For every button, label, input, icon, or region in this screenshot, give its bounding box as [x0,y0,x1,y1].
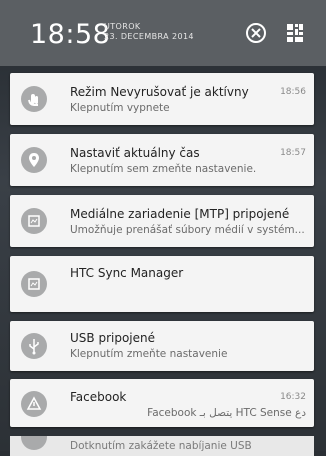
clear-all-icon[interactable] [243,20,269,46]
facebook-icon [21,391,47,417]
charging-icon [21,436,47,450]
notification-htc-sync[interactable]: HTC Sync Manager [10,256,314,312]
notification-charging[interactable]: Dotknutím zakážete nabíjanie USB [10,436,314,456]
quick-settings-icon[interactable] [282,20,308,46]
notification-subtitle: Umožňuje prenášať súbory médií v systém.… [70,224,305,236]
notification-time: 18:56 [280,87,306,97]
notification-subtitle: Klepnutím sem zmeňte nastavenie. [70,163,257,175]
notification-subtitle: Klepnutím zmeňte nastavenie [70,348,228,360]
date-block: UTOROK 23. DECEMBRA 2014 [104,22,194,42]
day-label: UTOROK [104,22,141,31]
clock: 18:58 [30,19,111,50]
notification-title: Režim Nevyrušovať je aktívny [70,85,249,99]
notification-time: 16:32 [280,392,306,402]
notification-header: 18:58 UTOROK 23. DECEMBRA 2014 [0,0,326,66]
sync-icon [21,271,47,297]
notification-subtitle: Dotknutím zakážete nabíjanie USB [70,440,252,452]
notification-set-time[interactable]: Nastaviť aktuálny čas Klepnutím sem zmeň… [10,134,314,186]
notification-dnd[interactable]: Režim Nevyrušovať je aktívny Klepnutím v… [10,73,314,125]
notification-subtitle: Klepnutím vypnete [70,102,170,114]
media-device-icon [21,208,47,234]
notification-media-device[interactable]: Mediálne zariadenie [MTP] pripojené Umož… [10,195,314,247]
date-label: 23. DECEMBRA 2014 [104,32,194,41]
location-pin-icon [21,147,47,173]
usb-icon [21,333,47,359]
notification-facebook[interactable]: Facebook دع HTC Sense يتصل بـ Facebook 1… [10,379,314,427]
notification-title: Mediálne zariadenie [MTP] pripojené [70,207,290,221]
do-not-disturb-icon [21,86,47,112]
notification-title: HTC Sync Manager [70,266,184,280]
notification-title: Nastaviť aktuálny čas [70,146,200,160]
notification-title: Facebook [70,390,127,404]
notification-subtitle: دع HTC Sense يتصل بـ Facebook [147,407,306,419]
notification-usb[interactable]: USB pripojené Klepnutím zmeňte nastaveni… [10,321,314,371]
notification-time: 18:57 [280,148,306,158]
notification-title: USB pripojené [70,331,155,345]
